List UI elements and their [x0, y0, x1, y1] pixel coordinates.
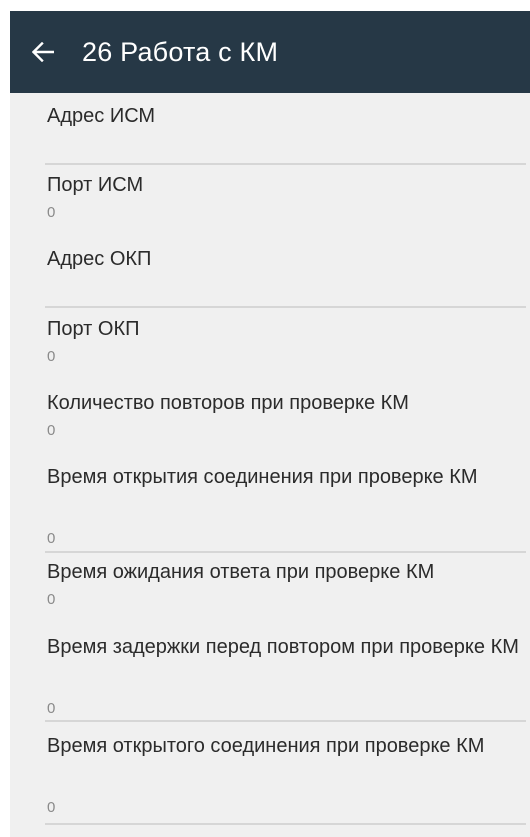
pref-summary: 0	[47, 591, 56, 608]
arrow-left-icon	[32, 42, 54, 62]
pref-title: Порт ОКП	[47, 318, 140, 340]
pref-title: Время открытого соединения при проверке …	[47, 735, 485, 757]
pref-title: Порт ИСМ	[47, 174, 144, 196]
pref-summary: 0	[47, 204, 56, 221]
page-title: 26 Работа с КМ	[82, 36, 279, 67]
pref-title: Количество повторов при проверке КМ	[47, 392, 409, 414]
pref-ism-address[interactable]: Адрес ИСМ	[10, 93, 530, 164]
pref-title: Время ожидания ответа при проверке КМ	[47, 561, 435, 583]
pref-title: Адрес ОКП	[47, 248, 152, 270]
pref-okp-address[interactable]: Адрес ОКП	[10, 238, 530, 306]
pref-ism-port[interactable]: Порт ИСМ 0	[10, 165, 530, 235]
pref-response-timeout[interactable]: Время ожидания ответа при проверке КМ 0	[10, 553, 530, 621]
pref-summary: 0	[47, 530, 56, 547]
pref-retry-count[interactable]: Количество повторов при проверке КМ 0	[10, 381, 530, 451]
back-button[interactable]	[10, 11, 76, 93]
pref-title: Адрес ИСМ	[47, 105, 156, 127]
settings-screen: 26 Работа с КМ Адрес ИСМ Порт ИСМ 0 Адре…	[0, 0, 530, 837]
pref-summary: 0	[47, 799, 56, 816]
pref-summary: 0	[47, 348, 56, 365]
divider	[45, 823, 526, 825]
pref-connect-time[interactable]: Время открытия соединения при проверке К…	[10, 453, 530, 553]
pref-summary: 0	[47, 700, 56, 717]
app-toolbar: 26 Работа с КМ	[10, 11, 530, 93]
pref-summary: 0	[47, 422, 56, 439]
pref-okp-port[interactable]: Порт ОКП 0	[10, 308, 530, 380]
pref-title: Время открытия соединения при проверке К…	[47, 466, 478, 488]
pref-retry-delay[interactable]: Время задержки перед повтором при провер…	[10, 623, 530, 723]
pref-open-connection-time[interactable]: Время открытого соединения при проверке …	[10, 722, 530, 824]
pref-title: Время задержки перед повтором при провер…	[47, 636, 519, 658]
preference-list: Адрес ИСМ Порт ИСМ 0 Адрес ОКП Порт ОКП …	[10, 93, 530, 837]
